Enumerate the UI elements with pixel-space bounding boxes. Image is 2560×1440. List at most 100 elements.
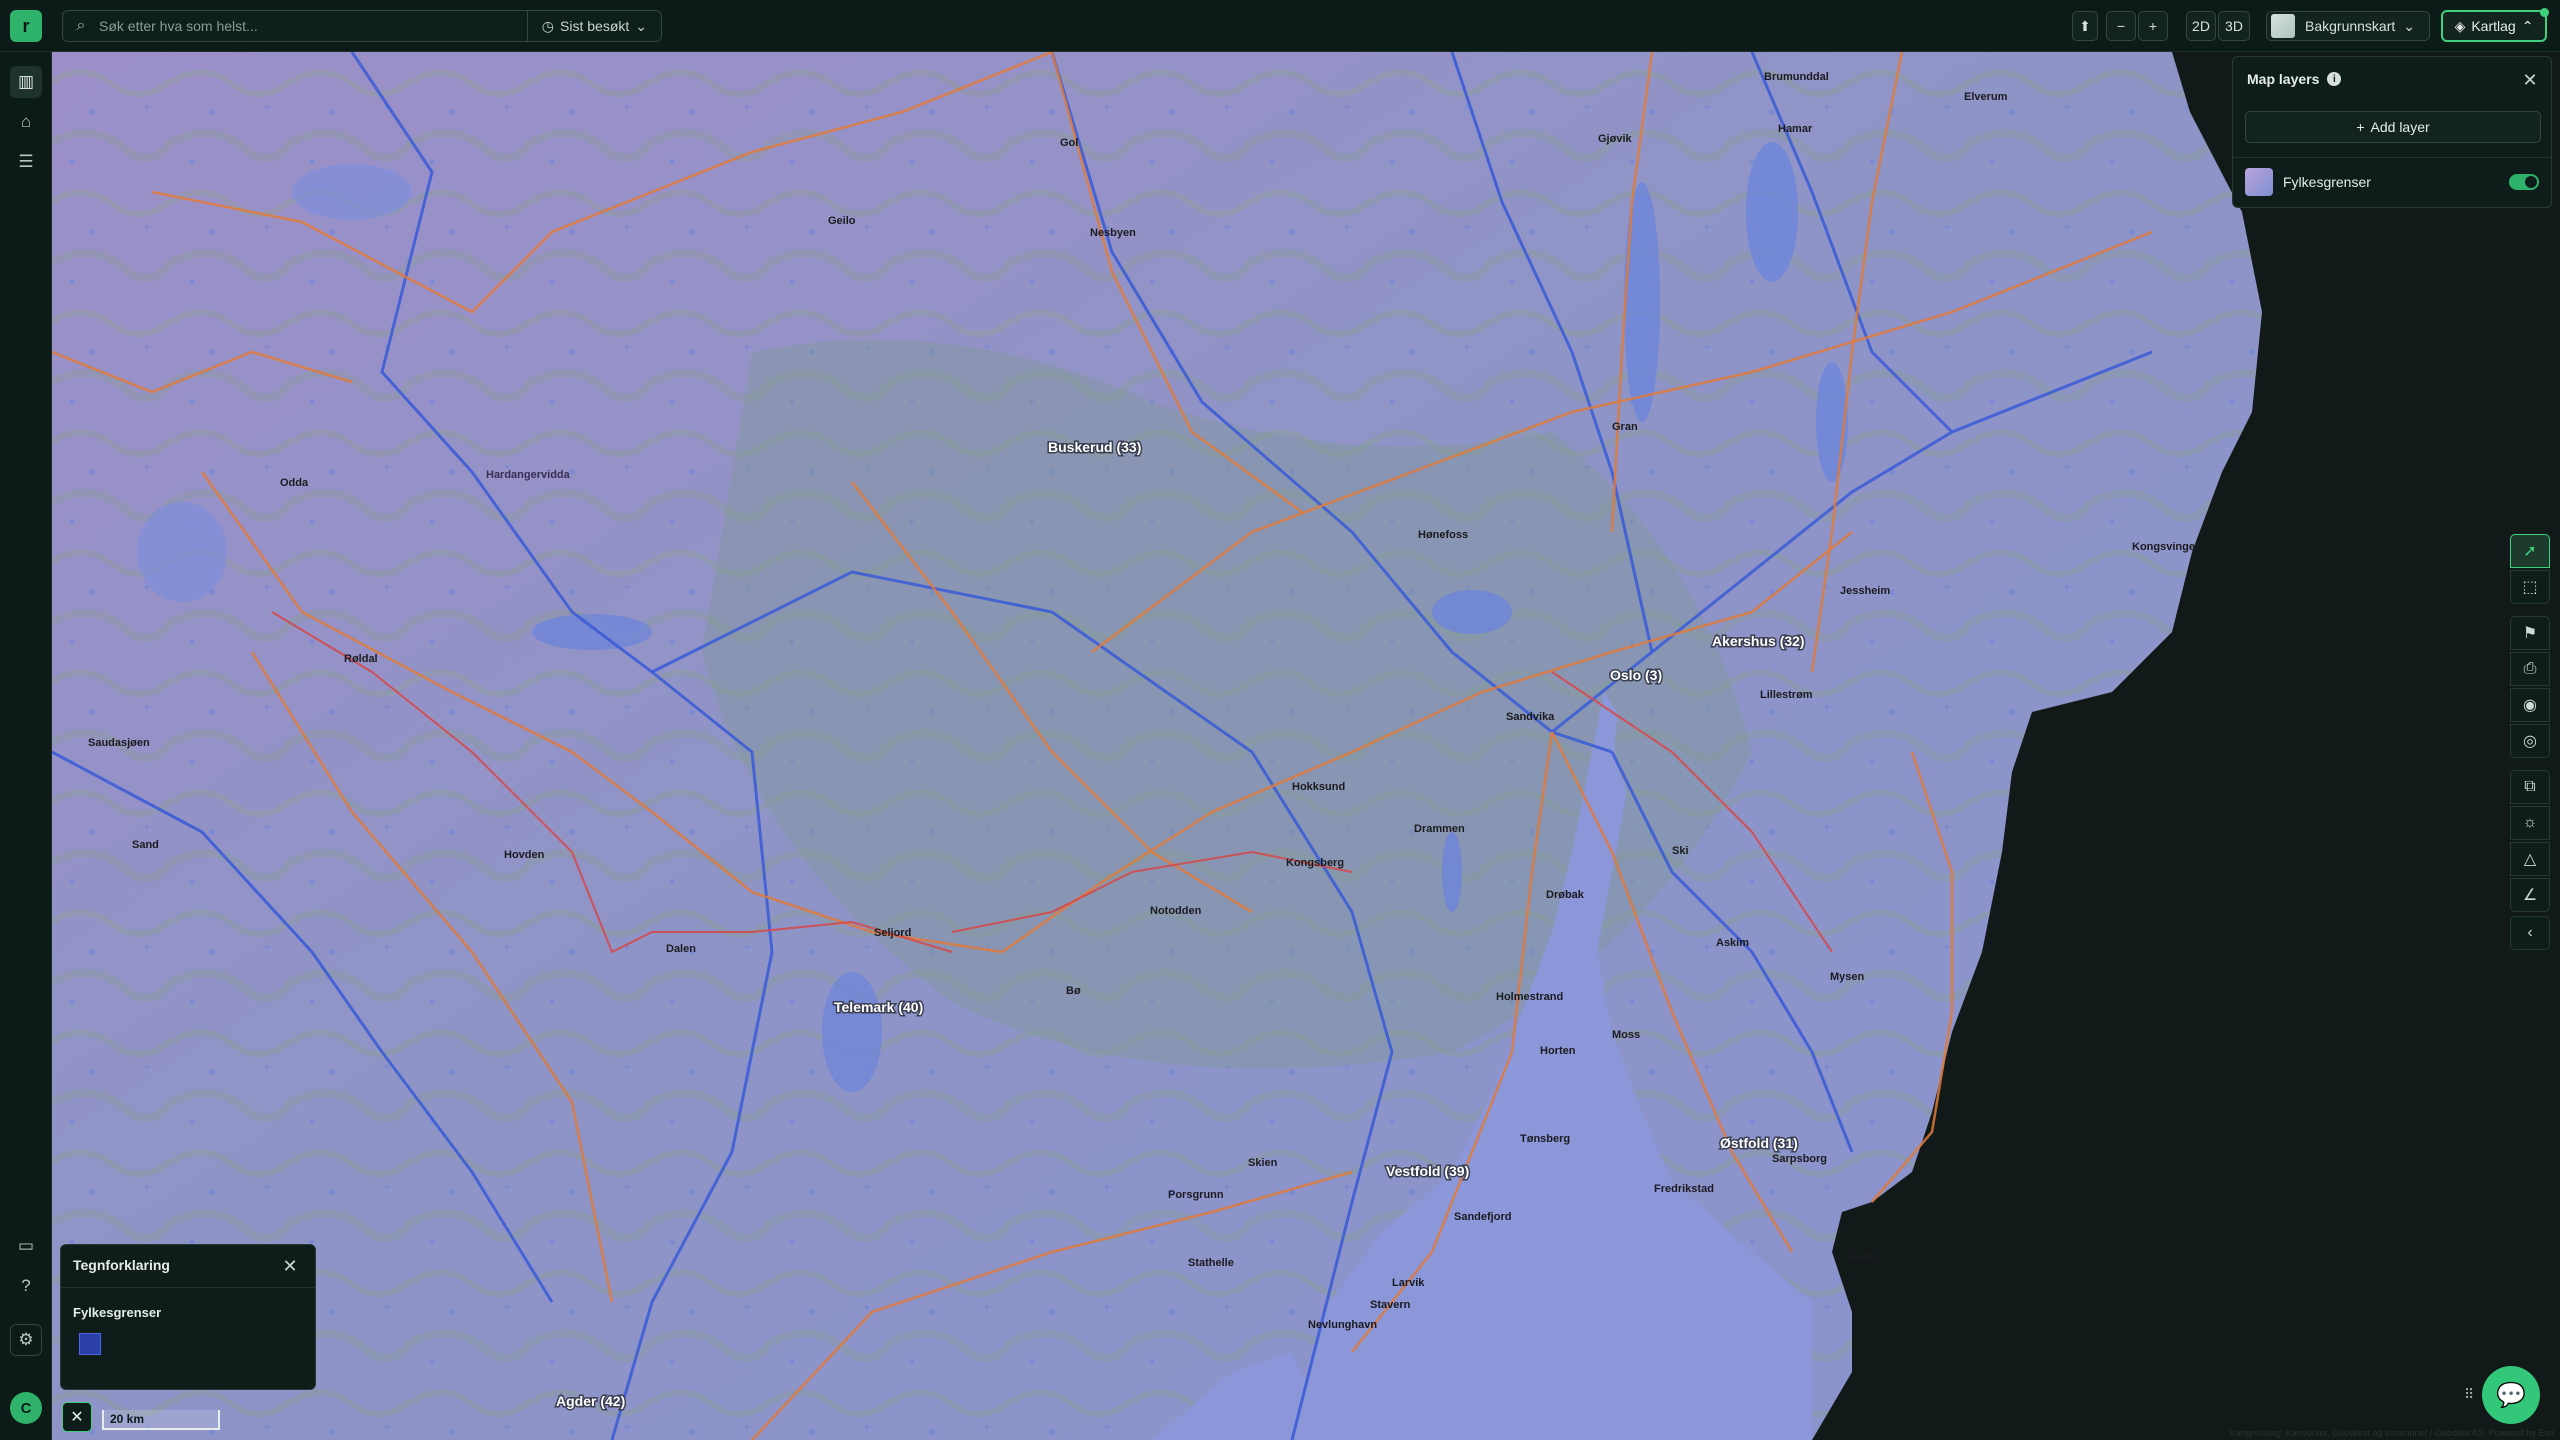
town-label: Horten: [1540, 1045, 1576, 1057]
settings-button[interactable]: ⚙: [10, 1324, 42, 1356]
chat-bubble-icon: ▭: [17, 1236, 35, 1255]
minus-icon: −: [2116, 18, 2126, 34]
chevron-left-icon: ‹: [2527, 924, 2533, 941]
town-label: Holmestrand: [1496, 991, 1563, 1003]
box-select-icon: ⬚: [2522, 579, 2538, 596]
view-3d-button[interactable]: 3D: [2218, 11, 2250, 41]
angle-tool-button[interactable]: ∠: [2510, 878, 2550, 912]
map-view-button[interactable]: ▥: [10, 66, 42, 98]
scale-close-button[interactable]: ✕: [62, 1402, 92, 1432]
layer-row-fylkesgrenser[interactable]: Fylkesgrenser: [2233, 157, 2551, 205]
scale-bar: 20 km: [102, 1410, 220, 1430]
select-tool-button[interactable]: ➚: [2510, 534, 2550, 568]
town-label: Jessheim: [1840, 585, 1890, 597]
label-ostfold: Østfold (31): [1720, 1135, 1798, 1151]
label-buskerud: Buskerud (33): [1048, 439, 1141, 455]
town-label: Saudasjøen: [88, 737, 150, 749]
town-label: Moss: [1612, 1029, 1640, 1041]
user-avatar[interactable]: C: [10, 1392, 42, 1424]
town-label: Sarpsborg: [1772, 1153, 1827, 1165]
town-label: Gol: [1060, 137, 1078, 149]
print-tool-button[interactable]: ⎙: [2510, 652, 2550, 686]
map-attribution: Kartgrunnlag: Kartverket, Geovekst og ko…: [2229, 1428, 2554, 1438]
collapse-tools-button[interactable]: ‹: [2510, 916, 2550, 950]
town-label: Halden: [1846, 1251, 1883, 1263]
help-button[interactable]: ?: [10, 1270, 42, 1302]
grip-icon[interactable]: ⠿: [2464, 1386, 2474, 1403]
zoom-out-button[interactable]: −: [2106, 11, 2136, 41]
town-label: Nevlunghavn: [1308, 1319, 1377, 1331]
town-label: Seljord: [874, 927, 911, 939]
town-label: Hardangervidda: [486, 469, 571, 481]
close-icon: ✕: [2522, 69, 2538, 90]
town-label: Larvik: [1392, 1277, 1425, 1289]
search-icon: ⌕: [76, 17, 86, 34]
chevron-down-icon: ⌄: [635, 17, 647, 34]
add-layer-button[interactable]: + Add layer: [2245, 111, 2541, 143]
town-label: Porsgrunn: [1168, 1189, 1224, 1201]
add-layer-label: Add layer: [2370, 119, 2430, 135]
bookmark-icon: ⚑: [2522, 625, 2538, 642]
town-label: Sandvika: [1506, 711, 1555, 723]
locate-tool-button[interactable]: ◎: [2510, 724, 2550, 758]
chevron-up-icon: ⌃: [2521, 17, 2534, 34]
close-icon: ✕: [70, 1409, 84, 1426]
map-layers-title: Map layers: [2247, 71, 2320, 87]
sun-tool-button[interactable]: ☼: [2510, 806, 2550, 840]
town-label: Stavern: [1370, 1299, 1411, 1311]
info-icon[interactable]: i: [2327, 72, 2342, 86]
plus-icon: +: [2356, 119, 2365, 135]
cursor-icon: ➚: [2523, 543, 2537, 560]
app-root: r ⌕ ◷ Sist besøkt ⌄ ⬆ − + 2D 3D Bakgrunn…: [0, 0, 2560, 1440]
close-layers-button[interactable]: ✕: [2519, 69, 2541, 91]
basemap-label: Bakgrunnskart: [2305, 18, 2396, 34]
map-svg: Buskerud (33) Telemark (40) Vestfold (39…: [52, 52, 2262, 1440]
search-bar: ⌕ ◷ Sist besøkt ⌄: [62, 10, 662, 42]
sun-icon: ☼: [2522, 814, 2538, 831]
layer-name: Fylkesgrenser: [2283, 173, 2371, 190]
label-oslo: Oslo (3): [1610, 667, 1662, 683]
map-layers-button[interactable]: ◈ Kartlag ⌃: [2442, 8, 2549, 41]
feedback-button[interactable]: ▭: [10, 1230, 42, 1262]
measure-tool-button[interactable]: △: [2510, 842, 2550, 876]
recent-visited-dropdown[interactable]: ◷ Sist besøkt ⌄: [526, 11, 661, 41]
town-label: Lillestrøm: [1760, 689, 1813, 701]
town-label: Bø: [1066, 985, 1081, 997]
town-label: Elverum: [1964, 91, 2008, 103]
compass-button[interactable]: ⬆: [2072, 11, 2098, 41]
town-label: Hovden: [504, 849, 545, 861]
town-label: Fredrikstad: [1654, 1183, 1714, 1195]
town-label: Sand: [132, 839, 159, 851]
screenshot-tool-button[interactable]: ◉: [2510, 688, 2550, 722]
plus-icon: +: [2148, 18, 2158, 34]
top-bar: r ⌕ ◷ Sist besøkt ⌄ ⬆ − + 2D 3D Bakgrunn…: [0, 0, 2560, 52]
map-canvas[interactable]: Buskerud (33) Telemark (40) Vestfold (39…: [52, 52, 2560, 1440]
close-legend-button[interactable]: ✕: [279, 1255, 301, 1277]
search-input[interactable]: [99, 11, 527, 41]
list-button[interactable]: ☰: [10, 146, 42, 178]
town-label: Gjøvik: [1598, 133, 1633, 145]
layers-icon: ◈: [2454, 17, 2466, 34]
box-select-tool-button[interactable]: ⬚: [2510, 570, 2550, 604]
label-agder: Agder (42): [556, 1393, 625, 1409]
tags-button[interactable]: ⌂: [10, 106, 42, 138]
town-label: Dalen: [666, 943, 696, 955]
stack-icon: ⧉: [2524, 778, 2536, 795]
print-icon: ⎙: [2523, 660, 2537, 677]
basemap-dropdown[interactable]: Bakgrunnskart ⌄: [2266, 11, 2430, 41]
view-2d-button[interactable]: 2D: [2186, 11, 2216, 41]
layer-visibility-toggle[interactable]: [2509, 173, 2539, 190]
legend-divider: [61, 1287, 315, 1288]
town-label: Kongsvinger: [2132, 541, 2200, 553]
town-label: Skien: [1248, 1157, 1278, 1169]
list-icon: ☰: [18, 152, 34, 171]
legend-panel: Tegnforklaring ✕ Fylkesgrenser: [60, 1244, 316, 1390]
layers-tool-button[interactable]: ⧉: [2510, 770, 2550, 804]
town-label: Mysen: [1830, 971, 1865, 983]
chat-button[interactable]: 💬: [2482, 1366, 2540, 1424]
bookmark-tool-button[interactable]: ⚑: [2510, 616, 2550, 650]
map-layers-header: Map layers i: [2247, 71, 2342, 87]
zoom-in-button[interactable]: +: [2138, 11, 2168, 41]
app-logo[interactable]: r: [10, 10, 42, 42]
question-icon: ?: [21, 1276, 31, 1295]
